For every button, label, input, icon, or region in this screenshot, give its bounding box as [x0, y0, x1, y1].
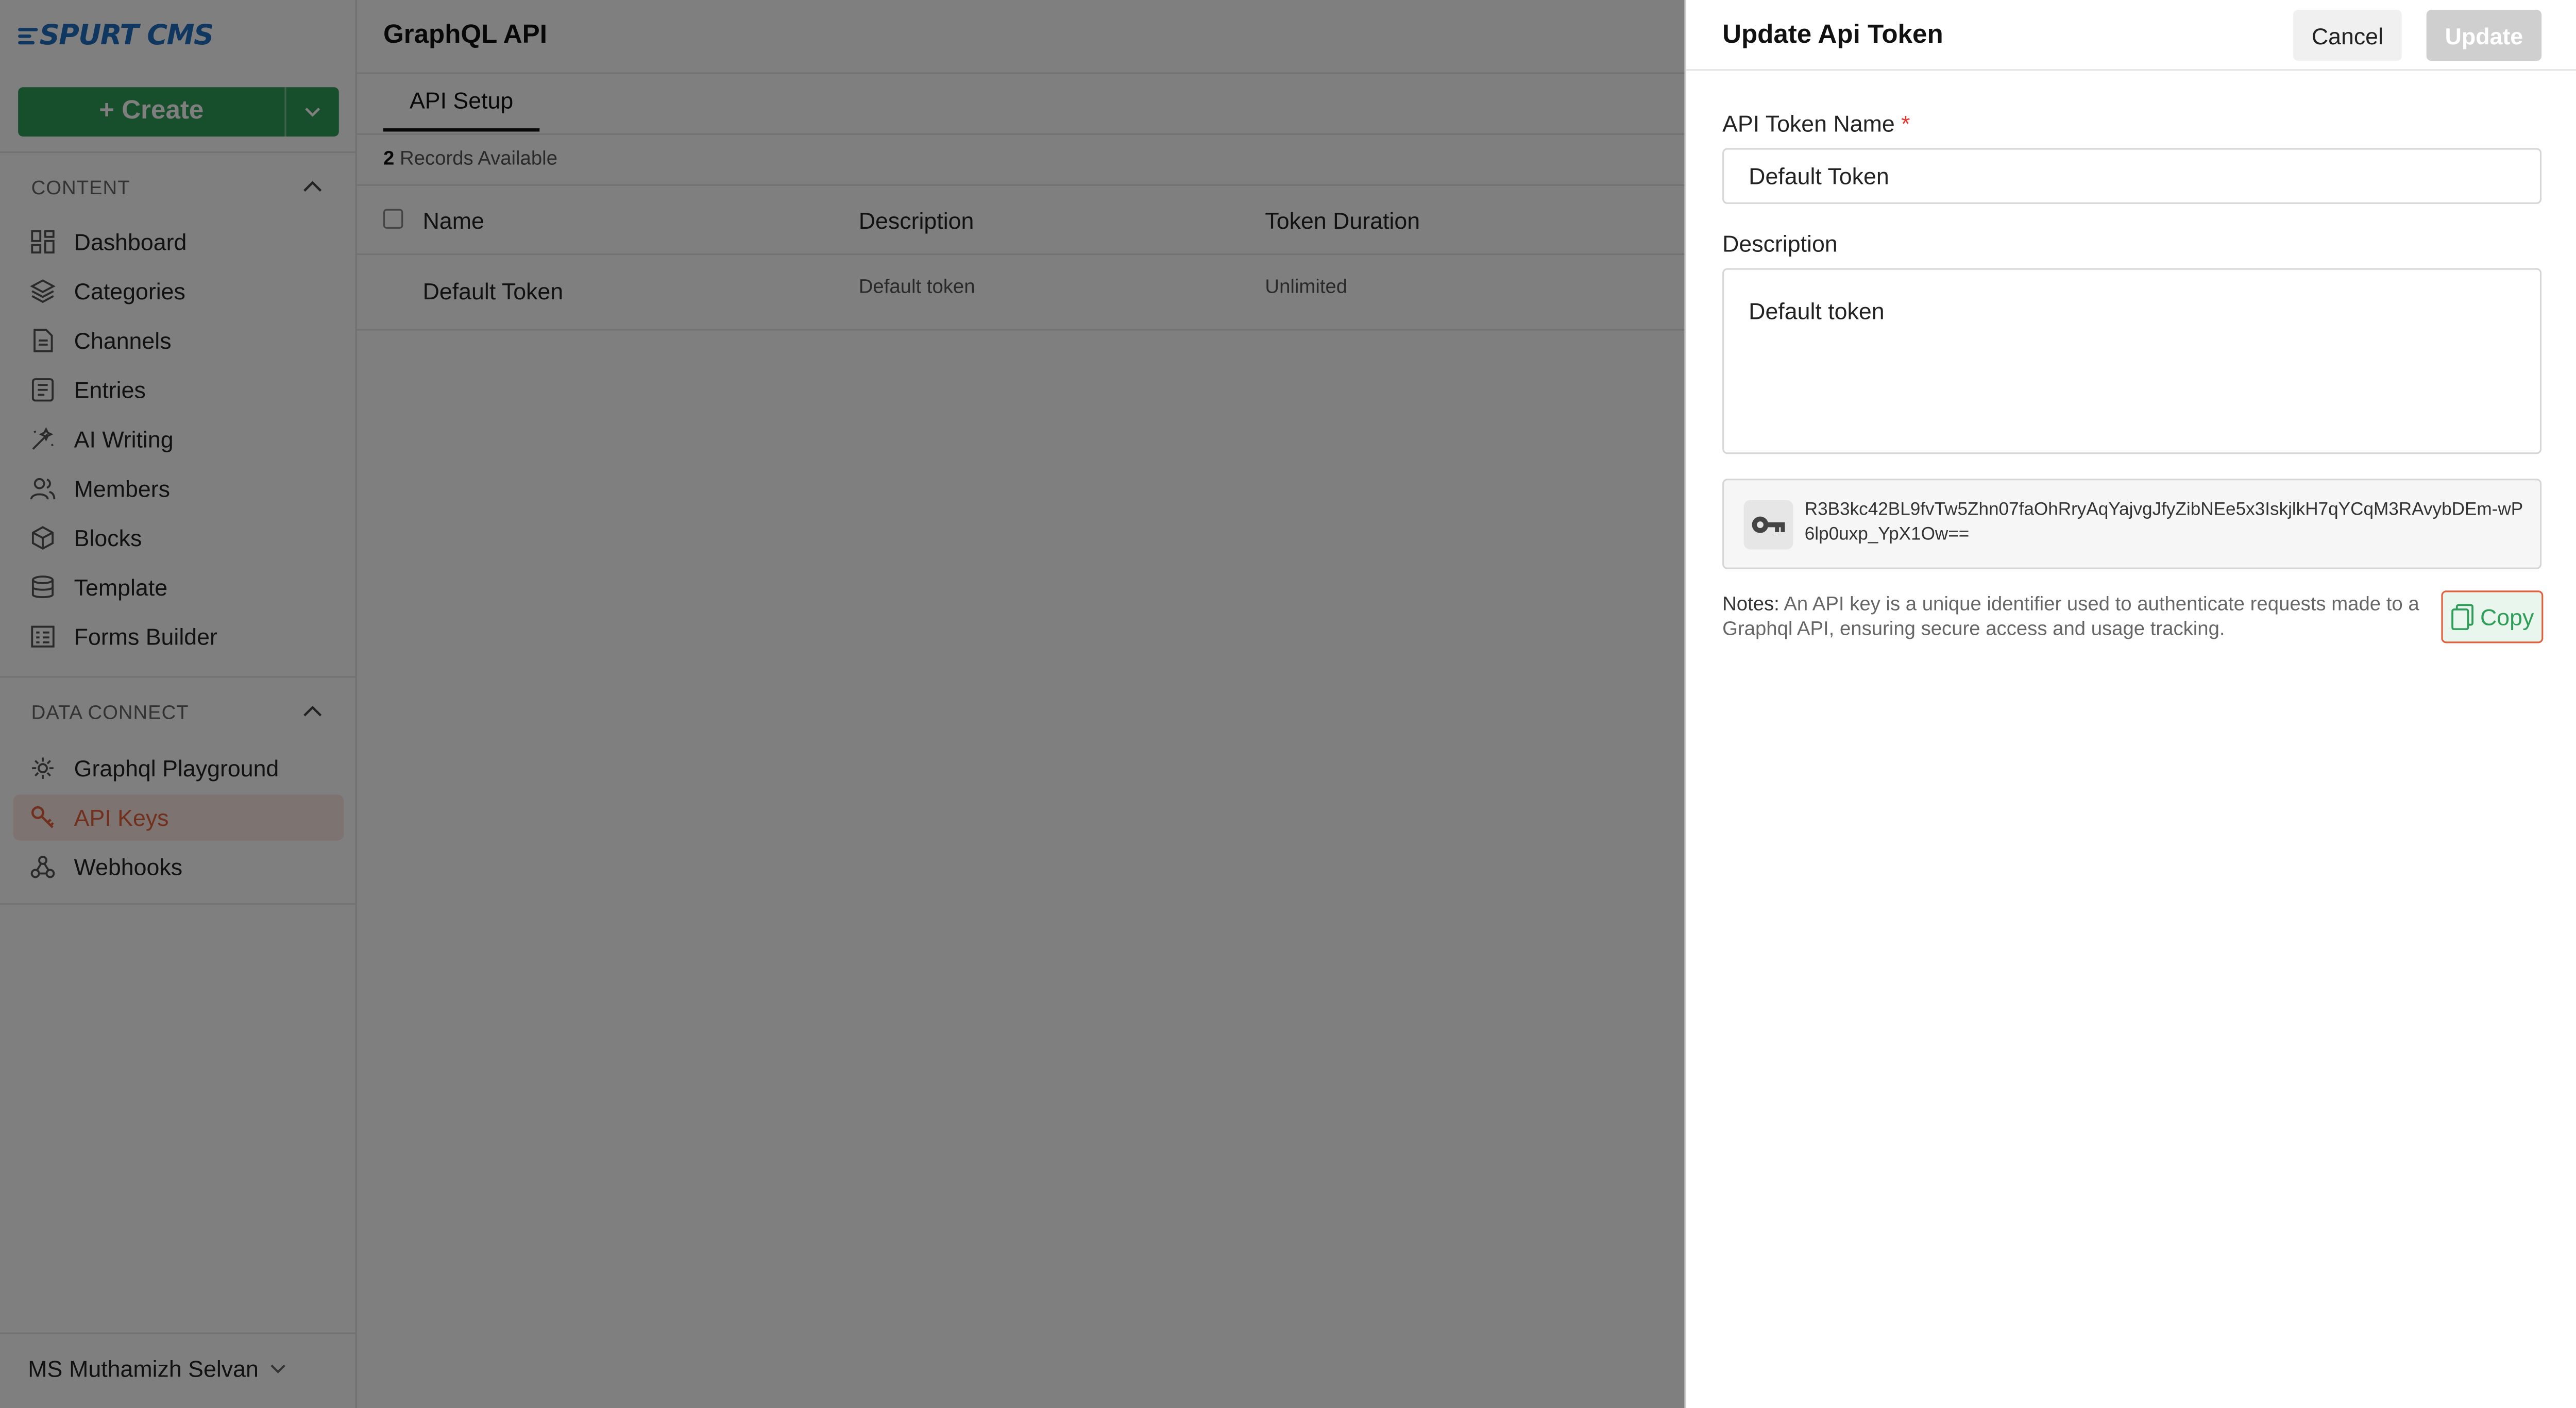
notes-text: Notes: An API key is a unique identifier… — [1722, 592, 2421, 641]
update-button[interactable]: Update — [2426, 10, 2542, 61]
required-mark: * — [1901, 110, 1910, 137]
notes-label: Notes: — [1722, 592, 1780, 616]
modal-backdrop[interactable] — [0, 0, 1685, 1408]
api-key-value[interactable]: R3B3kc42BL9fvTw5Zhn07faOhRryAqYajvgJfyZi… — [1805, 498, 2529, 548]
token-name-label-text: API Token Name — [1722, 110, 1895, 137]
divider — [1686, 69, 2576, 71]
cancel-button[interactable]: Cancel — [2293, 10, 2402, 61]
token-name-label: API Token Name * — [1722, 110, 1910, 137]
update-token-panel: Update Api Token Cancel Update API Token… — [1684, 0, 2576, 1408]
description-textarea[interactable]: Default token — [1722, 268, 2542, 454]
copy-label: Copy — [2480, 603, 2534, 630]
key-icon — [1743, 500, 1793, 550]
api-key-box: R3B3kc42BL9fvTw5Zhn07faOhRryAqYajvgJfyZi… — [1722, 479, 2542, 569]
copy-button[interactable]: Copy — [2441, 590, 2544, 643]
description-label: Description — [1722, 230, 1838, 257]
token-name-input[interactable]: Default Token — [1722, 148, 2542, 204]
notes-body: An API key is a unique identifier used t… — [1722, 592, 2419, 640]
panel-title: Update Api Token — [1722, 21, 1943, 49]
copy-icon — [2450, 604, 2473, 630]
